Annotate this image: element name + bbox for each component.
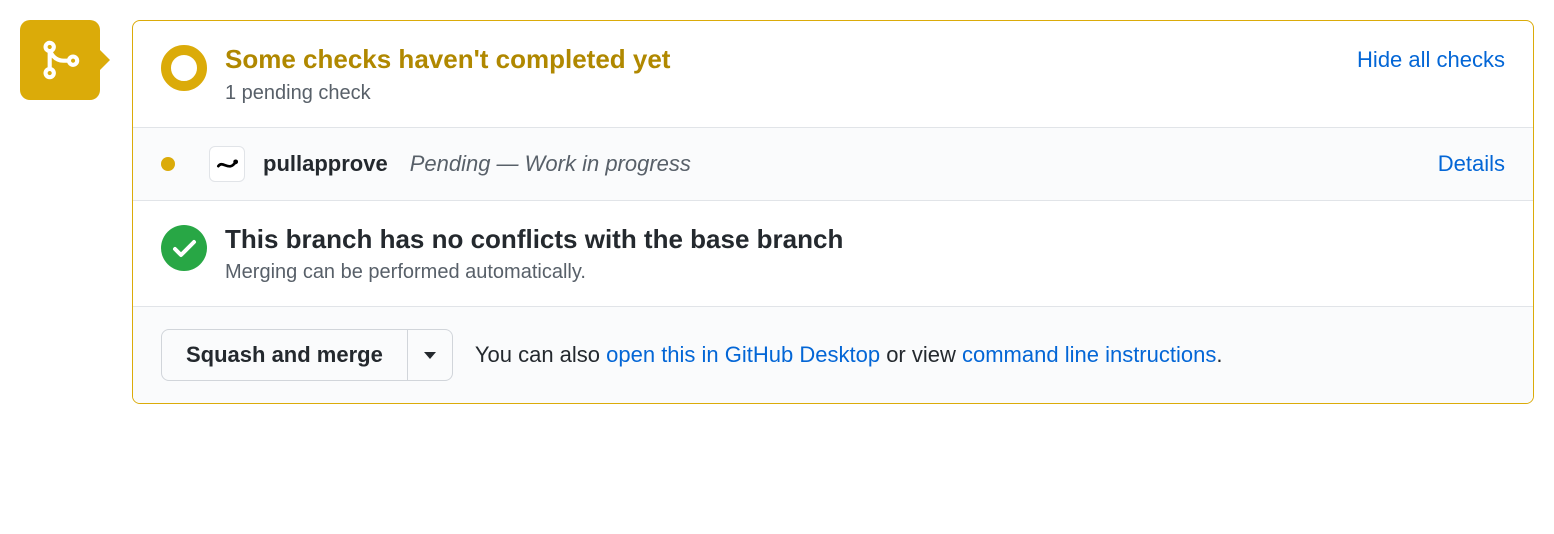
merge-panel: Some checks haven't completed yet 1 pend… [132,20,1534,404]
conflicts-subtitle: Merging can be performed automatically. [225,261,1505,284]
success-check-icon [161,225,207,271]
hint-middle: or view [880,342,962,367]
pending-dot-icon [161,157,175,171]
check-details-link[interactable]: Details [1438,151,1505,177]
checks-subtitle: 1 pending check [225,82,1341,105]
check-status-text: Pending — Work in progress [410,151,1438,177]
git-merge-icon [38,38,82,82]
squash-merge-button[interactable]: Squash and merge [161,329,408,381]
pullapprove-icon [214,151,240,177]
checks-title: Some checks haven't completed yet [225,43,1341,76]
merge-status-container: Some checks haven't completed yet 1 pend… [20,20,1534,404]
open-desktop-link[interactable]: open this in GitHub Desktop [606,342,880,367]
conflicts-text: This branch has no conflicts with the ba… [225,223,1505,285]
check-avatar [209,146,245,182]
merge-dropdown-button[interactable] [408,329,453,381]
merge-button-group: Squash and merge [161,329,453,381]
hint-prefix: You can also [475,342,606,367]
merge-hint: You can also open this in GitHub Desktop… [475,342,1223,368]
hide-checks-link[interactable]: Hide all checks [1357,47,1505,73]
merge-badge [20,20,100,100]
check-name: pullapprove [263,151,388,177]
cli-instructions-link[interactable]: command line instructions [962,342,1216,367]
checks-header-section: Some checks haven't completed yet 1 pend… [133,21,1533,127]
hint-suffix: . [1216,342,1222,367]
chevron-down-icon [424,352,436,359]
conflicts-section: This branch has no conflicts with the ba… [133,201,1533,307]
pending-status-icon [161,45,207,91]
merge-footer: Squash and merge You can also open this … [133,306,1533,403]
checks-header-text: Some checks haven't completed yet 1 pend… [225,43,1341,105]
check-item-row: pullapprove Pending — Work in progress D… [133,127,1533,201]
conflicts-title: This branch has no conflicts with the ba… [225,223,1505,256]
